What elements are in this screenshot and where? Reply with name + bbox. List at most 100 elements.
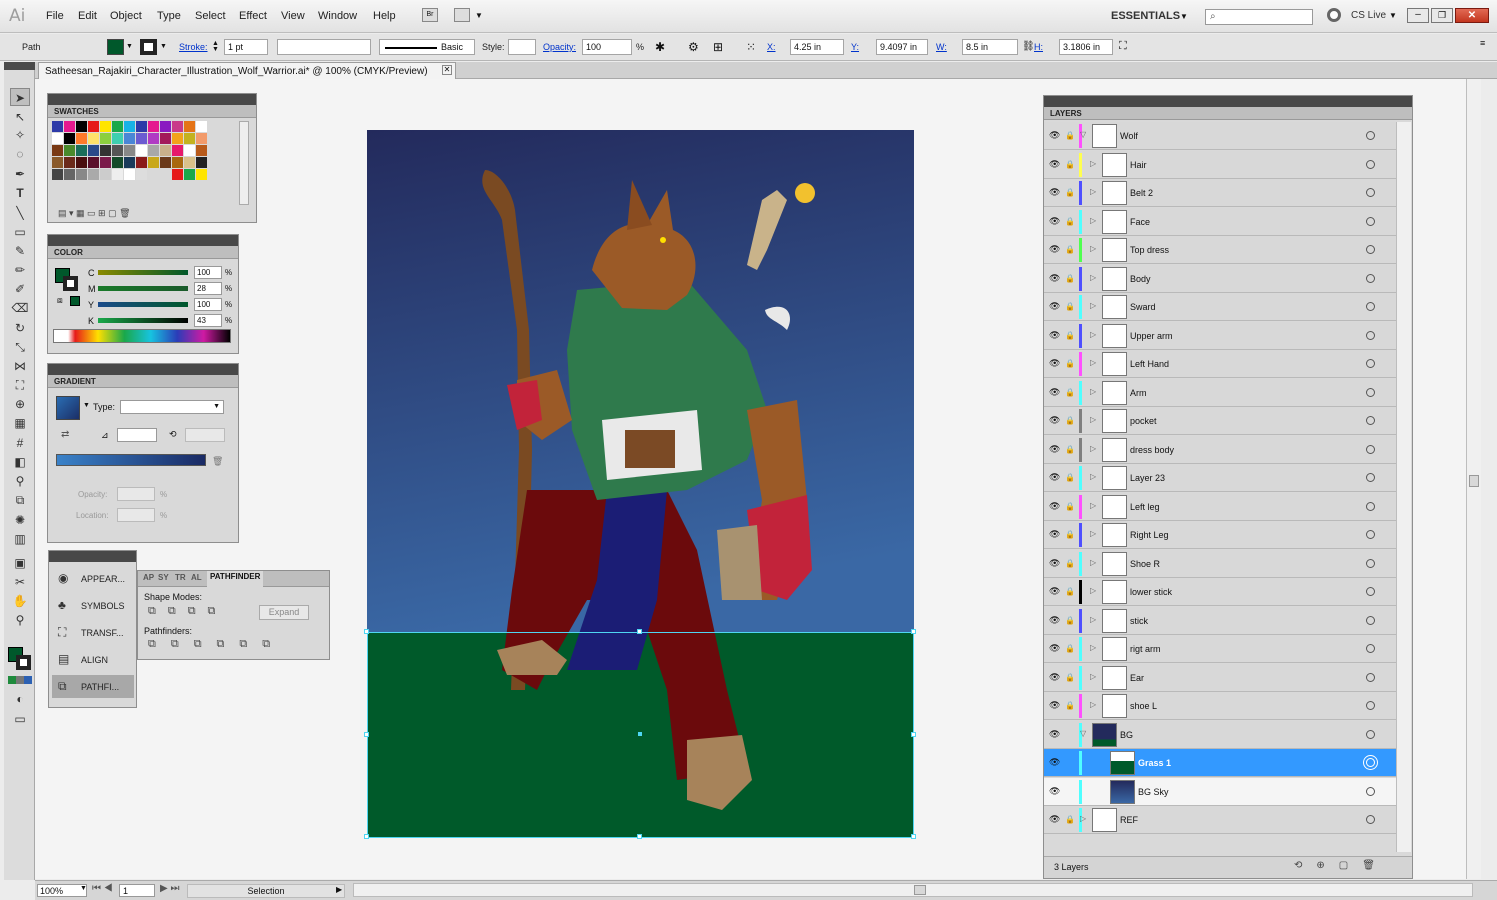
swatch[interactable] — [184, 133, 196, 145]
restore-button[interactable]: ❐ — [1431, 8, 1453, 23]
visibility-eye-icon[interactable]: 👁 — [1049, 701, 1061, 710]
layer-row[interactable]: 👁 🔒 ▽ Wolf — [1044, 122, 1396, 150]
lock-icon[interactable]: 🔒 — [1065, 502, 1075, 512]
expand-arrow-icon[interactable]: ▷ — [1090, 387, 1096, 396]
channel-slider-c[interactable] — [98, 270, 188, 275]
swatch[interactable] — [148, 133, 160, 145]
gradient-location-field[interactable] — [117, 508, 155, 522]
hand-tool-icon[interactable]: ✋ — [10, 592, 30, 610]
color-panel-header[interactable] — [48, 235, 238, 246]
lock-icon[interactable]: 🔒 — [1065, 530, 1075, 540]
expand-arrow-icon[interactable]: ▷ — [1090, 472, 1096, 481]
layer-row[interactable]: 👁 🔒 ▷ Left leg — [1044, 492, 1396, 521]
layer-row[interactable]: 👁 🔒 ▷ REF — [1044, 806, 1396, 834]
swatch[interactable] — [100, 169, 112, 181]
selection-handle[interactable] — [911, 732, 916, 737]
lock-icon[interactable] — [1065, 758, 1075, 768]
pathfinder-tab-sy[interactable]: SY — [158, 573, 169, 582]
perspective-grid-tool-icon[interactable]: ▦ — [10, 414, 30, 432]
target-circle-icon[interactable] — [1366, 615, 1375, 625]
reverse-gradient-icon[interactable]: ⇄ — [61, 429, 69, 440]
lock-icon[interactable]: 🔒 — [1065, 359, 1075, 369]
visibility-eye-icon[interactable]: 👁 — [1049, 530, 1061, 539]
layer-row[interactable]: 👁 🔒 ▷ Belt 2 — [1044, 179, 1396, 207]
visibility-eye-icon[interactable]: 👁 — [1049, 644, 1061, 653]
expand-arrow-icon[interactable]: ▷ — [1090, 244, 1096, 253]
gradient-slider[interactable] — [56, 454, 206, 466]
lock-icon[interactable]: 🔒 — [1065, 587, 1075, 597]
layer-name[interactable]: Body — [1130, 274, 1151, 284]
swatch[interactable] — [52, 145, 64, 157]
layer-row[interactable]: 👁 Grass 1 — [1044, 749, 1396, 777]
expand-button[interactable]: Expand — [259, 605, 309, 620]
lock-icon[interactable]: 🔒 — [1065, 331, 1075, 341]
swatch[interactable] — [136, 169, 148, 181]
gradient-preset-chevron-icon[interactable]: ▼ — [83, 402, 90, 409]
color-tab[interactable]: COLOR — [48, 246, 238, 259]
drawing-mode-icon[interactable]: ◐ — [10, 690, 30, 708]
selection-handle[interactable] — [911, 834, 916, 839]
chevron-down-icon[interactable]: ▼ — [475, 11, 483, 20]
gradient-opacity-field[interactable] — [117, 487, 155, 501]
w-field[interactable]: 8.5 in — [962, 39, 1018, 55]
swatch[interactable] — [100, 121, 112, 133]
lock-icon[interactable]: 🔒 — [1065, 644, 1075, 654]
layer-name[interactable]: stick — [1130, 616, 1148, 626]
close-document-icon[interactable]: ✕ — [442, 65, 452, 75]
menu-help[interactable]: Help — [373, 10, 396, 22]
target-circle-icon[interactable] — [1366, 501, 1375, 511]
swatch[interactable] — [100, 133, 112, 145]
layer-name[interactable]: Left Hand — [1130, 359, 1169, 369]
tools-panel-header[interactable] — [4, 62, 35, 70]
swatch-grid[interactable] — [52, 121, 238, 205]
visibility-eye-icon[interactable]: 👁 — [1049, 302, 1061, 311]
lock-icon[interactable]: 🔒 — [1065, 416, 1075, 426]
rotate-tool-icon[interactable]: ↻ — [10, 319, 30, 337]
target-circle-icon[interactable] — [1366, 758, 1375, 767]
target-circle-icon[interactable] — [1366, 188, 1375, 197]
visibility-eye-icon[interactable]: 👁 — [1049, 729, 1061, 738]
pathfinder-tab-pathfinder[interactable]: PATHFINDER — [207, 571, 264, 587]
swatch[interactable] — [196, 133, 208, 145]
pathfinder-tab-tr[interactable]: TR — [175, 573, 186, 582]
direct-selection-tool-icon[interactable]: ↖ — [10, 108, 30, 126]
swatch[interactable] — [88, 169, 100, 181]
visibility-eye-icon[interactable]: 👁 — [1049, 245, 1061, 254]
layer-name[interactable]: Hair — [1130, 160, 1147, 170]
target-circle-icon[interactable] — [1366, 245, 1375, 254]
target-circle-icon[interactable] — [1366, 644, 1375, 653]
cslive-button[interactable]: CS Live — [1351, 10, 1386, 21]
menu-object[interactable]: Object — [110, 10, 142, 22]
swatch[interactable] — [124, 145, 136, 157]
layer-row[interactable]: 👁 🔒 ▷ Ear — [1044, 663, 1396, 692]
swatch[interactable] — [184, 121, 196, 133]
collapse-arrow-icon[interactable]: ▽ — [1080, 130, 1086, 139]
mesh-tool-icon[interactable]: # — [10, 434, 30, 452]
swatch[interactable] — [136, 157, 148, 169]
vertical-scroll-thumb[interactable] — [1469, 475, 1479, 487]
target-circle-icon[interactable] — [1366, 672, 1375, 682]
shape-mode-buttons[interactable]: ⧉⧉⧉⧉ — [148, 605, 227, 618]
stroke-color-box[interactable] — [16, 655, 31, 670]
swatch[interactable] — [160, 145, 172, 157]
swatch[interactable] — [76, 133, 88, 145]
swatch[interactable] — [88, 121, 100, 133]
brush-dropdown[interactable]: Basic — [379, 39, 475, 55]
menu-type[interactable]: Type — [157, 10, 181, 22]
free-transform-tool-icon[interactable]: ⛶ — [10, 376, 30, 394]
paintbrush-tool-icon[interactable]: ✎ — [10, 242, 30, 260]
swatch[interactable] — [196, 169, 208, 181]
lock-icon[interactable]: 🔒 — [1065, 445, 1075, 455]
swatch[interactable] — [172, 157, 184, 169]
visibility-eye-icon[interactable]: 👁 — [1049, 273, 1061, 282]
layer-row[interactable]: 👁 🔒 ▷ Sward — [1044, 293, 1396, 321]
swatch[interactable] — [184, 169, 196, 181]
minimize-button[interactable]: – — [1407, 8, 1429, 23]
swatch[interactable] — [88, 145, 100, 157]
swatch[interactable] — [124, 169, 136, 181]
swatch[interactable] — [76, 169, 88, 181]
bridge-icon[interactable]: Br — [422, 8, 438, 22]
visibility-eye-icon[interactable]: 👁 — [1049, 672, 1061, 681]
layer-row[interactable]: 👁 🔒 ▷ Top dress — [1044, 236, 1396, 264]
target-circle-icon[interactable] — [1366, 701, 1375, 710]
